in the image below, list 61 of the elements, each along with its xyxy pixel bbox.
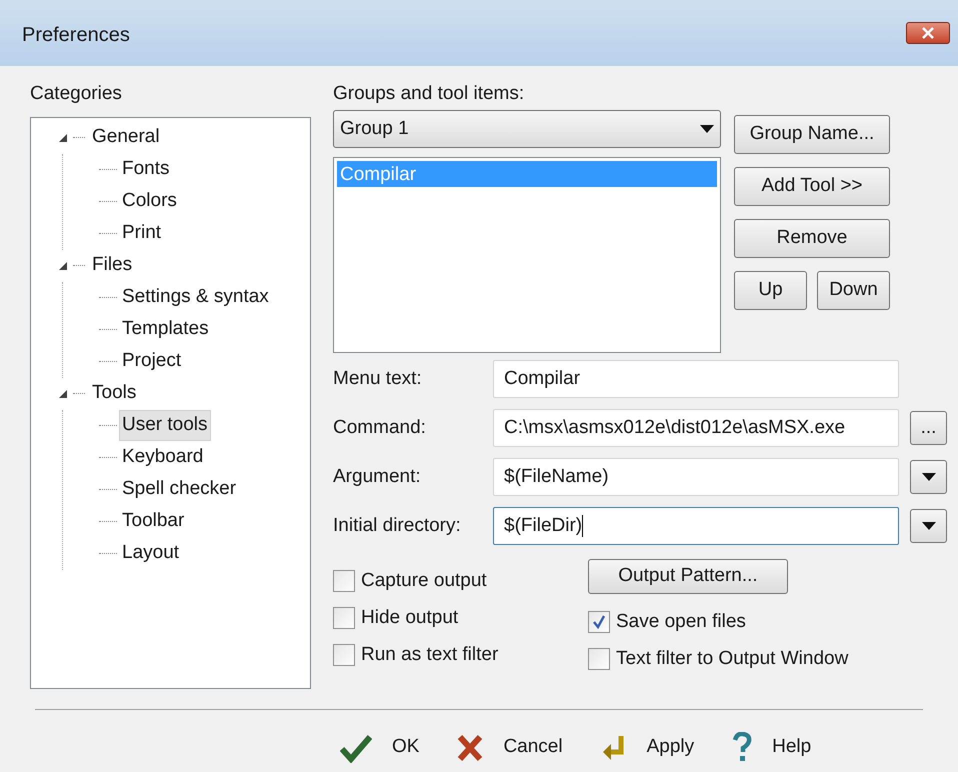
dropdown-button[interactable]: [910, 460, 947, 494]
tree-item[interactable]: Tools: [89, 378, 140, 409]
field-label: Command:: [333, 416, 427, 440]
expanded-icon[interactable]: [57, 132, 69, 142]
tree-item[interactable]: Layout: [119, 538, 182, 569]
checkmark-icon: [340, 732, 372, 762]
down-button[interactable]: Down: [817, 271, 890, 310]
up-button[interactable]: Up: [734, 271, 807, 310]
browse-button[interactable]: ...: [910, 411, 947, 445]
checkbox[interactable]: [333, 607, 355, 629]
tree-item[interactable]: Project: [119, 346, 184, 377]
footer-button[interactable]: Apply: [600, 728, 694, 768]
checkbox[interactable]: [588, 648, 610, 670]
window-title: Preferences: [22, 23, 130, 48]
group-dropdown[interactable]: Group 1: [333, 110, 721, 148]
check-icon: [592, 615, 606, 629]
field-label: Initial directory:: [333, 514, 462, 538]
tree-item[interactable]: User tools: [119, 410, 211, 441]
question-mark-icon: [732, 732, 752, 764]
tree-item[interactable]: Files: [89, 250, 136, 281]
x-icon: [457, 734, 484, 762]
checkbox-label: Run as text filter: [361, 642, 498, 667]
groups-label: Groups and tool items:: [333, 82, 526, 102]
checkbox-label: Save open files: [616, 610, 746, 634]
group-button[interactable]: Group Name...: [734, 115, 890, 154]
expanded-icon[interactable]: [57, 388, 69, 398]
tree-item[interactable]: General: [89, 122, 163, 153]
text-field[interactable]: C:\msx\asmsx012e\dist012e\asMSX.exe: [493, 409, 899, 447]
group-button[interactable]: Remove: [734, 219, 890, 258]
expanded-icon[interactable]: [57, 260, 69, 270]
dropdown-arrow-icon: [922, 522, 936, 530]
text-field[interactable]: $(FileDir): [493, 507, 899, 545]
group-button[interactable]: Add Tool >>: [734, 167, 890, 206]
close-button[interactable]: [906, 22, 950, 44]
field-label: Argument:: [333, 464, 422, 489]
text-field[interactable]: Compilar: [493, 360, 899, 398]
dropdown-button[interactable]: [910, 509, 947, 543]
checkbox[interactable]: [333, 644, 355, 666]
footer-button[interactable]: Cancel: [457, 728, 563, 768]
close-icon: [922, 27, 934, 39]
tree-item[interactable]: Spell checker: [119, 474, 240, 505]
checkbox[interactable]: [333, 570, 355, 592]
tree-item[interactable]: Toolbar: [119, 506, 188, 537]
field-label: Menu text:: [333, 366, 423, 391]
tree-item[interactable]: Colors: [119, 186, 180, 217]
dropdown-arrow-icon: [922, 473, 936, 481]
tree-item[interactable]: Print: [119, 218, 164, 249]
tree-item[interactable]: Settings & syntax: [119, 282, 272, 313]
tree-item[interactable]: Templates: [119, 314, 212, 345]
categories-label: Categories: [30, 82, 123, 106]
text-field[interactable]: $(FileName): [493, 458, 899, 496]
tree-item[interactable]: Keyboard: [119, 442, 206, 473]
checkbox-label: Text filter to Output Window: [616, 646, 848, 671]
checkbox-label: Capture output: [361, 568, 487, 593]
checkbox[interactable]: [588, 611, 610, 633]
output-pattern-button[interactable]: Output Pattern...: [588, 559, 788, 594]
footer-button[interactable]: Help: [732, 728, 812, 768]
tree-item[interactable]: Fonts: [119, 154, 173, 185]
checkbox-label: Hide output: [361, 606, 458, 630]
footer-button[interactable]: OK: [340, 728, 420, 768]
dropdown-arrow-icon: [700, 125, 714, 133]
